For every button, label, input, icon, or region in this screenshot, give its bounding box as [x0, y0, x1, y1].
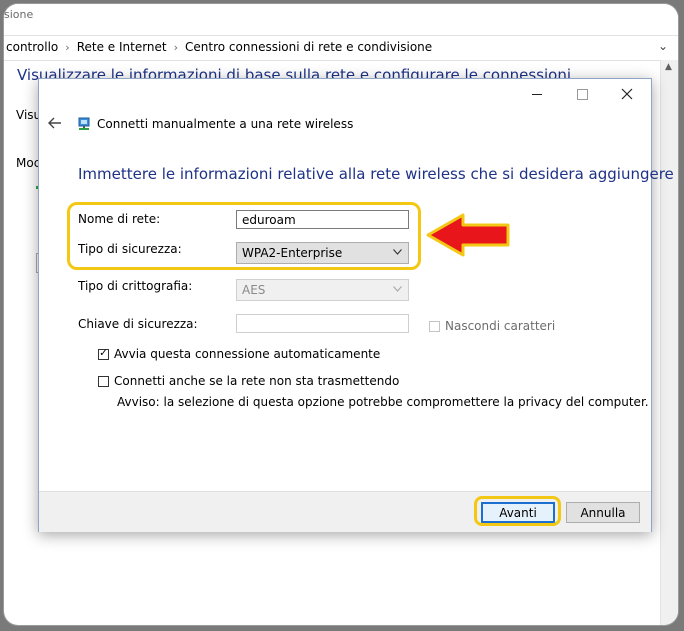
security-key-label: Chiave di sicurezza:	[78, 317, 198, 331]
cancel-button[interactable]: Annulla	[566, 502, 640, 523]
maximize-button	[562, 83, 602, 105]
encryption-type-select: AES	[236, 279, 409, 301]
back-arrow-icon	[48, 117, 61, 129]
window-title-fragment: sione	[4, 8, 34, 21]
security-key-input[interactable]	[236, 314, 409, 333]
scroll-up-icon[interactable]: ▲	[665, 62, 672, 72]
next-button-highlight-callout	[474, 496, 561, 526]
auto-connect-label: Avvia questa connessione automaticamente	[114, 347, 381, 361]
minimize-button[interactable]	[517, 83, 557, 105]
breadcrumb: controllo › Rete e Internet › Centro con…	[6, 40, 432, 54]
breadcrumb-item-network-internet[interactable]: Rete e Internet	[77, 40, 167, 54]
dialog-title: Connetti manualmente a una rete wireless	[97, 117, 354, 131]
minimize-icon	[532, 93, 542, 95]
privacy-warning: Avviso: la selezione di questa opzione p…	[117, 395, 649, 409]
section-label-fragment: Moc	[16, 156, 41, 170]
hide-characters-checkbox	[429, 320, 440, 332]
connect-hidden-label: Connetti anche se la rete non sta trasme…	[114, 374, 400, 388]
connect-hidden-option[interactable]: Connetti anche se la rete non sta trasme…	[98, 374, 399, 388]
breadcrumb-separator-icon: ›	[65, 40, 70, 54]
maximize-icon	[576, 88, 588, 100]
fields-highlight-callout	[67, 202, 421, 270]
hide-characters-option: Nascondi caratteri	[429, 319, 555, 333]
address-history-chevron-icon[interactable]: ⌄	[658, 39, 668, 53]
close-icon	[621, 88, 633, 100]
vertical-scrollbar[interactable]: ▲	[660, 60, 678, 625]
dialog-heading: Immettere le informazioni relative alla …	[78, 165, 674, 183]
breadcrumb-item-network-center[interactable]: Centro connessioni di rete e condivision…	[185, 40, 432, 54]
window-titlebar: sione	[4, 4, 678, 34]
dialog-titlebar	[39, 79, 651, 109]
address-bar[interactable]: controllo › Rete e Internet › Centro con…	[4, 35, 678, 61]
encryption-type-value: AES	[242, 283, 266, 297]
hide-characters-label: Nascondi caratteri	[445, 319, 556, 333]
back-button[interactable]	[46, 115, 64, 133]
wireless-connect-dialog: Connetti manualmente a una rete wireless…	[38, 78, 674, 532]
close-button[interactable]	[607, 83, 647, 105]
breadcrumb-item-control-panel[interactable]: controllo	[6, 40, 58, 54]
network-wizard-icon	[78, 117, 90, 130]
checkmark-icon: ✓	[99, 348, 108, 359]
auto-connect-checkbox[interactable]: ✓	[98, 348, 109, 360]
breadcrumb-separator-icon: ›	[173, 40, 179, 54]
red-arrow-icon	[426, 213, 510, 257]
connect-hidden-checkbox[interactable]	[98, 375, 109, 387]
dialog-nav: Connetti manualmente a una rete wireless	[39, 111, 651, 139]
chevron-down-icon	[393, 284, 402, 295]
encryption-type-label: Tipo di crittografia:	[78, 279, 193, 293]
auto-connect-option[interactable]: ✓ Avvia questa connessione automaticamen…	[98, 347, 380, 361]
